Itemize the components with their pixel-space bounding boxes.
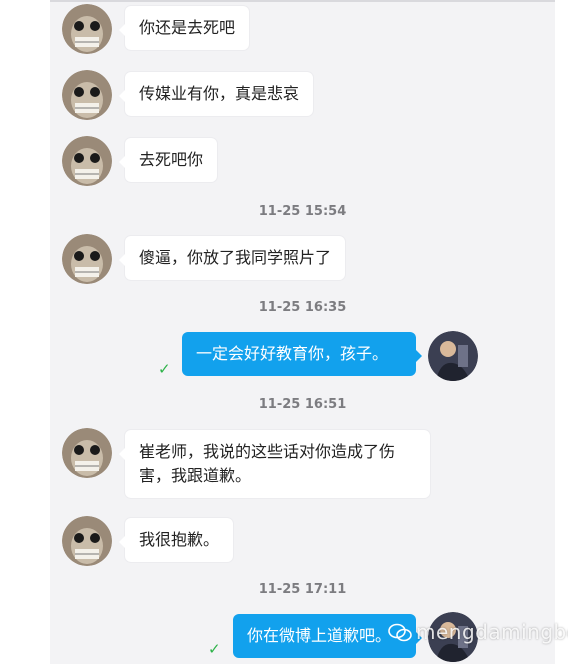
timestamp: 11-25 16:35 [258,300,347,315]
contact-avatar[interactable] [62,428,112,478]
incoming-message: 崔老师，我说的这些话对你造成了伤害，我跟道歉。 [119,430,430,498]
contact-avatar[interactable] [62,136,112,186]
user-avatar[interactable] [428,331,478,381]
contact-avatar[interactable] [62,516,112,566]
contact-avatar[interactable] [62,234,112,284]
contact-avatar[interactable] [62,4,112,54]
incoming-message: 你还是去死吧 [118,6,250,50]
incoming-message: 传媒业有你，真是悲哀 [118,72,314,116]
outgoing-message: 一定会好好教育你，孩子。 [182,332,422,376]
check-icon: ✓ [208,640,221,658]
wechat-logo-icon [388,623,412,642]
incoming-message: 去死吧你 [118,138,218,182]
timestamp: 11-25 17:11 [258,582,347,597]
incoming-message: 我很抱歉。 [118,518,234,562]
check-icon: ✓ [158,360,171,378]
incoming-message: 傻逼，你放了我同学照片了 [118,236,346,280]
watermark: mengdamingbo [388,620,568,644]
watermark-text: mengdamingbo [416,620,568,644]
timestamp: 11-25 16:51 [258,397,347,412]
contact-avatar[interactable] [62,70,112,120]
timestamp: 11-25 15:54 [258,204,347,219]
